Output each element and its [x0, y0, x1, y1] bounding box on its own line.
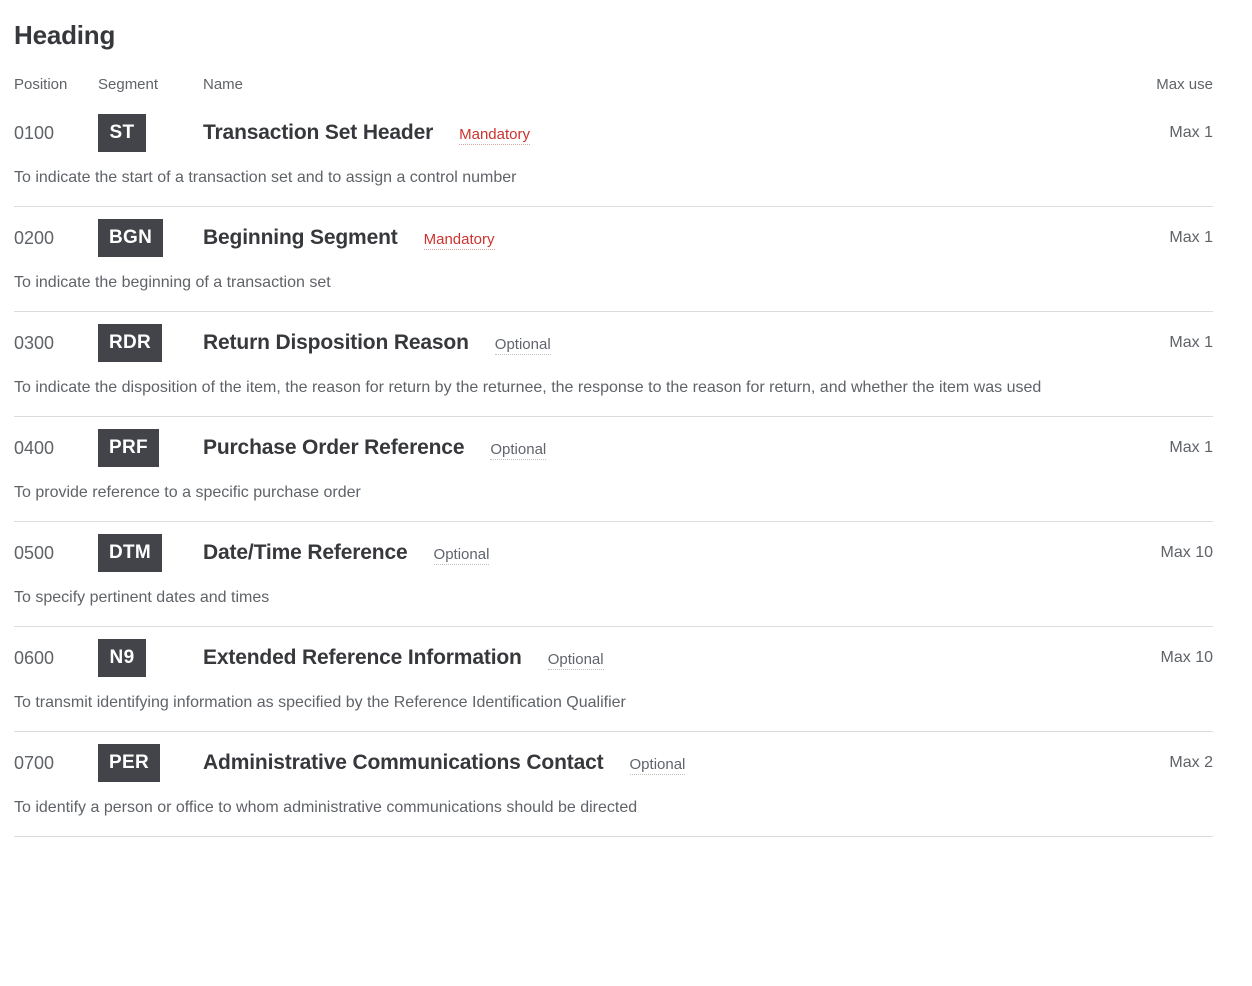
table-row[interactable]: 0500DTM Date/Time Reference Optional Max 10… [14, 521, 1213, 626]
segment-name[interactable]: Beginning Segment [203, 226, 398, 250]
segment-name[interactable]: Date/Time Reference [203, 541, 408, 565]
table-row[interactable]: 0100ST Transaction Set Header Mandatory Max… [14, 93, 1213, 206]
cell-segment: DTM [98, 534, 203, 572]
table-row-main: 0300RDR Return Disposition Reason Optional… [14, 324, 1213, 362]
usage-badge[interactable]: Optional [630, 756, 686, 775]
segment-description: To provide reference to a specific purch… [14, 479, 1186, 506]
cell-segment: BGN [98, 219, 203, 257]
table-row-main: 0600N9 Extended Reference Information Opti… [14, 639, 1213, 677]
usage-badge[interactable]: Mandatory [459, 126, 530, 145]
usage-badge[interactable]: Mandatory [424, 231, 495, 250]
cell-max-use: Max 1 [1153, 439, 1213, 457]
cell-max-use: Max 2 [1153, 754, 1213, 772]
cell-name: Return Disposition Reason Optional [203, 331, 1153, 355]
segment-code-badge[interactable]: BGN [98, 219, 163, 257]
table-row-main: 0200BGN Beginning Segment Mandatory Max 1 [14, 219, 1213, 257]
segment-code-badge[interactable]: DTM [98, 534, 162, 572]
segment-name[interactable]: Return Disposition Reason [203, 331, 469, 355]
cell-position: 0500 [14, 542, 98, 564]
segment-description: To indicate the start of a transaction s… [14, 164, 1186, 191]
cell-max-use: Max 10 [1145, 649, 1213, 667]
table-column-headers: Position Segment Name Max use [14, 52, 1213, 93]
segment-table-page: Heading Position Segment Name Max use 01… [0, 0, 1252, 837]
table-row[interactable]: 0300RDR Return Disposition Reason Optional… [14, 311, 1213, 416]
segment-description: To indicate the beginning of a transacti… [14, 269, 1186, 296]
table-row-main: 0400PRF Purchase Order Reference Optional M… [14, 429, 1213, 467]
cell-name: Beginning Segment Mandatory [203, 226, 1153, 250]
segment-code-badge[interactable]: RDR [98, 324, 162, 362]
cell-position: 0700 [14, 752, 98, 774]
cell-name: Transaction Set Header Mandatory [203, 121, 1153, 145]
cell-name: Purchase Order Reference Optional [203, 436, 1153, 460]
cell-segment: PRF [98, 429, 203, 467]
segment-name[interactable]: Transaction Set Header [203, 121, 433, 145]
table-bottom-divider [14, 836, 1213, 837]
cell-position: 0400 [14, 437, 98, 459]
column-header-segment: Segment [98, 76, 203, 93]
column-header-max-use: Max use [1156, 76, 1213, 93]
cell-max-use: Max 1 [1153, 124, 1213, 142]
column-header-name: Name [203, 76, 1156, 93]
segment-code-badge[interactable]: ST [98, 114, 146, 152]
cell-segment: N9 [98, 639, 203, 677]
cell-position: 0100 [14, 122, 98, 144]
cell-position: 0200 [14, 227, 98, 249]
table-row-main: 0500DTM Date/Time Reference Optional Max 10 [14, 534, 1213, 572]
cell-name: Extended Reference Information Optional [203, 646, 1145, 670]
segment-name[interactable]: Administrative Communications Contact [203, 751, 604, 775]
segment-description: To identify a person or office to whom a… [14, 794, 1186, 821]
segment-name[interactable]: Extended Reference Information [203, 646, 522, 670]
table-row[interactable]: 0700PER Administrative Communications Con… [14, 731, 1213, 836]
cell-name: Administrative Communications Contact Opt… [203, 751, 1153, 775]
usage-badge[interactable]: Optional [548, 651, 604, 670]
cell-segment: ST [98, 114, 203, 152]
cell-name: Date/Time Reference Optional [203, 541, 1145, 565]
segment-code-badge[interactable]: PRF [98, 429, 159, 467]
segment-code-badge[interactable]: N9 [98, 639, 146, 677]
segment-code-badge[interactable]: PER [98, 744, 160, 782]
segment-rows: 0100ST Transaction Set Header Mandatory Max… [14, 93, 1213, 836]
cell-max-use: Max 1 [1153, 334, 1213, 352]
cell-segment: RDR [98, 324, 203, 362]
table-row[interactable]: 0400PRF Purchase Order Reference Optional M… [14, 416, 1213, 521]
segment-description: To transmit identifying information as s… [14, 689, 1186, 716]
table-row[interactable]: 0600N9 Extended Reference Information Opti… [14, 626, 1213, 731]
table-row-main: 0100ST Transaction Set Header Mandatory Max… [14, 114, 1213, 152]
cell-segment: PER [98, 744, 203, 782]
cell-position: 0600 [14, 647, 98, 669]
cell-max-use: Max 10 [1145, 544, 1213, 562]
usage-badge[interactable]: Optional [495, 336, 551, 355]
cell-position: 0300 [14, 332, 98, 354]
segment-description: To specify pertinent dates and times [14, 584, 1186, 611]
column-header-position: Position [14, 76, 98, 93]
table-row-main: 0700PER Administrative Communications Con… [14, 744, 1213, 782]
segment-description: To indicate the disposition of the item,… [14, 374, 1186, 401]
cell-max-use: Max 1 [1153, 229, 1213, 247]
table-row[interactable]: 0200BGN Beginning Segment Mandatory Max 1 To… [14, 206, 1213, 311]
segment-name[interactable]: Purchase Order Reference [203, 436, 464, 460]
usage-badge[interactable]: Optional [434, 546, 490, 565]
usage-badge[interactable]: Optional [490, 441, 546, 460]
page-title: Heading [14, 0, 1213, 52]
